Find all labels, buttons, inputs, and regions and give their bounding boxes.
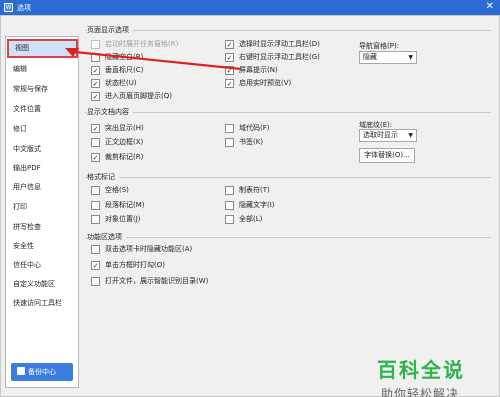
window-title: 选项 — [17, 4, 31, 12]
checkbox[interactable] — [225, 124, 234, 133]
backup-center-label: 备份中心 — [28, 368, 56, 376]
sidebar-item-quick-access-toolbar[interactable]: 快速访问工具栏 — [7, 294, 78, 313]
sidebar-item-trust-center[interactable]: 信任中心 — [7, 256, 78, 275]
checkbox[interactable] — [225, 186, 234, 195]
checkbox-checked[interactable] — [91, 153, 100, 162]
section-divider — [85, 30, 491, 31]
backup-icon — [17, 367, 25, 375]
checkbox-checked[interactable] — [225, 79, 234, 88]
sidebar-item-user-info[interactable]: 用户信息 — [7, 178, 78, 197]
checkbox[interactable] — [91, 245, 100, 254]
sidebar-item-spell-check[interactable]: 拼写检查 — [7, 218, 78, 237]
checkbox[interactable] — [225, 138, 234, 147]
options-dialog: 视图 编辑 常规与保存 文件位置 修订 中文版式 输出PDF 用户信息 打印 拼… — [0, 15, 500, 397]
section-title-doc-content: 显示文档内容 — [87, 107, 133, 117]
sidebar-item-customize-ribbon[interactable]: 自定义功能区 — [7, 275, 78, 294]
checkbox[interactable] — [91, 277, 100, 286]
font-substitution-button[interactable]: 字体替换(O)... — [359, 148, 415, 163]
checkbox-checked[interactable] — [225, 40, 234, 49]
chevron-down-icon: ▼ — [408, 54, 413, 61]
checkbox[interactable] — [91, 201, 100, 210]
sidebar-item-general-save[interactable]: 常规与保存 — [7, 80, 78, 99]
sidebar-item-view[interactable]: 视图 — [7, 39, 78, 58]
section-divider — [85, 237, 491, 238]
sidebar-item-file-location[interactable]: 文件位置 — [7, 100, 78, 119]
nav-pane-select[interactable]: 隐藏 ▼ — [359, 51, 417, 64]
watermark-title: 百科全说 — [377, 358, 465, 382]
checkbox-checked[interactable] — [225, 66, 234, 75]
checkbox-checked[interactable] — [91, 261, 100, 270]
sidebar-item-export-pdf[interactable]: 输出PDF — [7, 159, 78, 178]
section-title-page-display: 页面显示选项 — [87, 25, 133, 35]
field-shading-select[interactable]: 选取时显示 ▼ — [359, 129, 417, 142]
section-title-ribbon: 功能区选项 — [87, 232, 126, 242]
checkbox-checked[interactable] — [91, 124, 100, 133]
section-title-format-marks: 格式标记 — [87, 172, 119, 182]
checkbox[interactable] — [225, 201, 234, 210]
watermark-subtitle: 助你轻松解决 — [381, 387, 460, 397]
checkbox-checked[interactable] — [225, 53, 234, 62]
sidebar-item-print[interactable]: 打印 — [7, 198, 78, 217]
wps-app-icon: W — [4, 3, 13, 12]
checkbox[interactable] — [91, 186, 100, 195]
backup-center-button[interactable]: 备份中心 — [11, 363, 73, 381]
sidebar: 视图 编辑 常规与保存 文件位置 修订 中文版式 输出PDF 用户信息 打印 拼… — [5, 36, 79, 388]
sidebar-item-security[interactable]: 安全性 — [7, 237, 78, 256]
chevron-down-icon: ▼ — [408, 132, 413, 139]
sidebar-item-chinese-layout[interactable]: 中文版式 — [7, 140, 78, 159]
checkbox[interactable] — [91, 215, 100, 224]
nav-pane-label: 导航窗格(P): — [359, 42, 400, 50]
checkbox[interactable] — [225, 215, 234, 224]
sidebar-item-revision[interactable]: 修订 — [7, 120, 78, 139]
close-icon[interactable]: ✕ — [486, 1, 494, 12]
section-divider — [85, 177, 491, 178]
checkbox-checked[interactable] — [91, 66, 100, 75]
checkbox[interactable] — [91, 40, 100, 49]
section-divider — [85, 112, 491, 113]
checkbox-checked[interactable] — [91, 79, 100, 88]
title-bar: W 选项 ✕ — [0, 0, 500, 15]
checkbox-checked[interactable] — [91, 92, 100, 101]
sidebar-item-edit[interactable]: 编辑 — [7, 60, 78, 79]
checkbox[interactable] — [91, 138, 100, 147]
watermark-logo: 百科全说 助你轻松解决 — [367, 354, 497, 397]
checkbox[interactable] — [91, 53, 100, 62]
